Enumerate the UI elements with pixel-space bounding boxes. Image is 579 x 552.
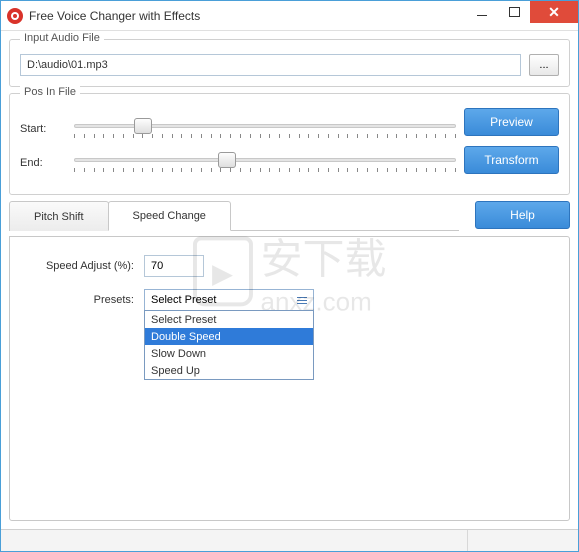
help-button[interactable]: Help bbox=[475, 201, 570, 229]
preset-option[interactable]: Slow Down bbox=[145, 345, 313, 362]
minimize-button[interactable] bbox=[466, 1, 498, 23]
tabs: Pitch Shift Speed Change bbox=[9, 201, 459, 231]
input-audio-group: Input Audio File ... bbox=[9, 39, 570, 87]
transform-button[interactable]: Transform bbox=[464, 146, 559, 174]
end-slider[interactable] bbox=[74, 150, 456, 176]
dropdown-icon bbox=[297, 297, 307, 304]
preset-option[interactable]: Double Speed bbox=[145, 328, 313, 345]
content-area: Input Audio File ... Pos In File Start: bbox=[1, 31, 578, 529]
preset-option[interactable]: Speed Up bbox=[145, 362, 313, 379]
pos-legend: Pos In File bbox=[20, 86, 80, 98]
presets-label: Presets: bbox=[24, 294, 144, 306]
start-slider[interactable] bbox=[74, 116, 456, 142]
presets-combobox[interactable]: Select Preset bbox=[144, 289, 314, 311]
speed-adjust-input[interactable] bbox=[144, 255, 204, 277]
tab-speed-change[interactable]: Speed Change bbox=[108, 201, 231, 231]
browse-button[interactable]: ... bbox=[529, 54, 559, 76]
speed-adjust-label: Speed Adjust (%): bbox=[24, 260, 144, 272]
file-path-input[interactable] bbox=[20, 54, 521, 76]
app-window: Free Voice Changer with Effects ✕ Input … bbox=[0, 0, 579, 552]
window-controls: ✕ bbox=[466, 1, 578, 30]
window-title: Free Voice Changer with Effects bbox=[29, 9, 466, 23]
tab-content-speed: Speed Adjust (%): Presets: Select Preset… bbox=[9, 236, 570, 521]
presets-dropdown: Select PresetDouble SpeedSlow DownSpeed … bbox=[144, 310, 314, 380]
presets-selected: Select Preset bbox=[151, 294, 216, 306]
maximize-button[interactable] bbox=[498, 1, 530, 23]
app-icon bbox=[7, 8, 23, 24]
preview-button[interactable]: Preview bbox=[464, 108, 559, 136]
start-label: Start: bbox=[20, 123, 62, 135]
pos-in-file-group: Pos In File Start: End: bbox=[9, 93, 570, 195]
statusbar bbox=[1, 529, 578, 551]
tabs-row: Pitch Shift Speed Change Help bbox=[9, 201, 570, 231]
input-audio-legend: Input Audio File bbox=[20, 32, 104, 44]
preset-option[interactable]: Select Preset bbox=[145, 311, 313, 328]
titlebar: Free Voice Changer with Effects ✕ bbox=[1, 1, 578, 31]
close-button[interactable]: ✕ bbox=[530, 1, 578, 23]
end-label: End: bbox=[20, 157, 62, 169]
tab-pitch-shift[interactable]: Pitch Shift bbox=[9, 201, 109, 231]
